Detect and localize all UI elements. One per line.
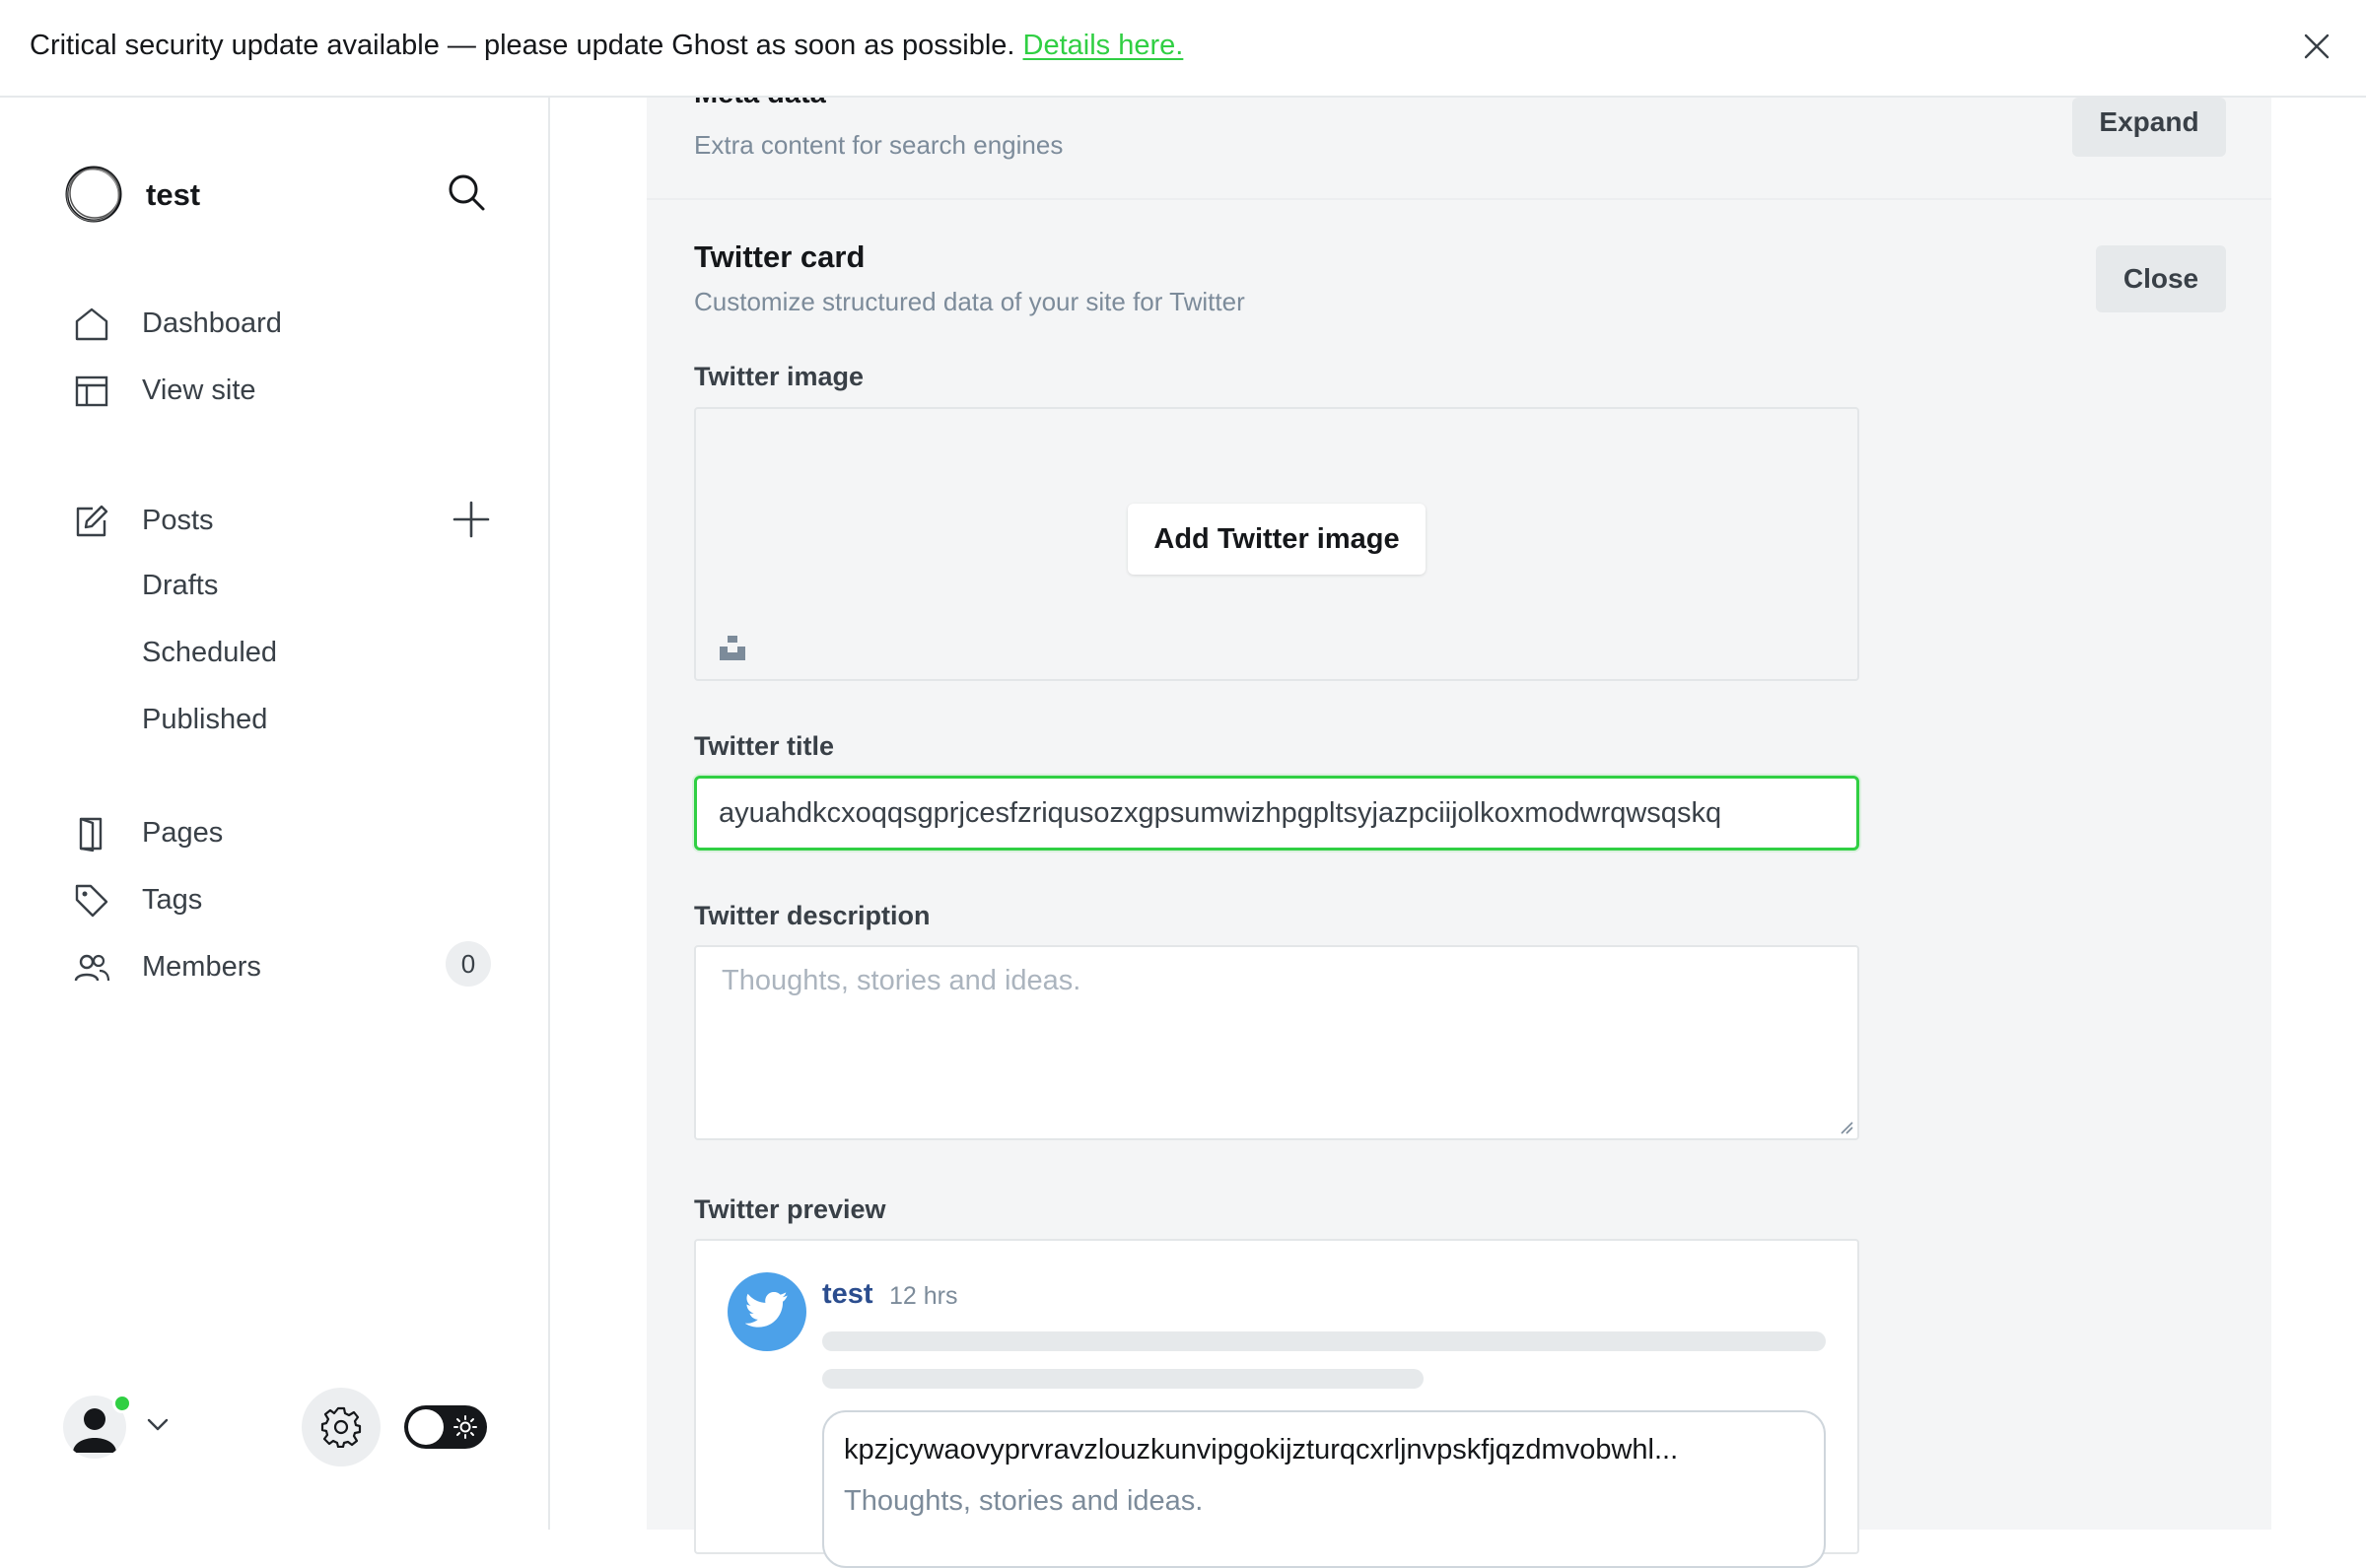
meta-data-description: Extra content for search engines <box>694 130 1064 160</box>
gear-icon <box>320 1406 362 1448</box>
twitter-card-subtitle: Customize structured data of your site f… <box>694 287 1245 316</box>
preview-card-title: kpzjcywaovyprvravzlouzkunvipgokijzturqcx… <box>844 1434 1679 1466</box>
home-icon <box>75 307 108 341</box>
layout-icon <box>75 375 108 407</box>
meta-data-title: Meta data <box>694 98 826 110</box>
skeleton-line <box>822 1369 1424 1389</box>
site-logo-icon[interactable] <box>63 164 124 225</box>
close-button[interactable]: Close <box>2096 245 2226 312</box>
sidebar-item-scheduled[interactable]: Scheduled <box>142 630 438 675</box>
sidebar-item-label: View site <box>142 375 256 406</box>
banner-details-link[interactable]: Details here. <box>1023 30 1184 61</box>
twitter-image-uploader[interactable]: Add Twitter image <box>694 407 1859 681</box>
sidebar-item-published[interactable]: Published <box>142 697 438 742</box>
online-status-dot <box>112 1394 132 1413</box>
unsplash-icon[interactable] <box>718 634 747 661</box>
sidebar-item-pages[interactable]: Pages <box>73 807 497 856</box>
close-icon[interactable] <box>2302 32 2331 61</box>
twitter-description-label: Twitter description <box>694 901 931 930</box>
twitter-description-textarea[interactable]: Thoughts, stories and ideas. <box>694 945 1859 1140</box>
sun-icon <box>453 1415 477 1439</box>
add-post-icon[interactable] <box>452 500 491 539</box>
banner-text: Critical security update available — ple… <box>30 30 1183 62</box>
preview-card-description: Thoughts, stories and ideas. <box>844 1485 1204 1517</box>
sidebar-item-label: Posts <box>142 505 214 536</box>
edit-icon <box>76 505 108 537</box>
twitter-preview-card: kpzjcywaovyprvravzlouzkunvipgokijzturqcx… <box>822 1410 1826 1568</box>
sidebar-item-dashboard[interactable]: Dashboard <box>73 298 497 347</box>
search-icon[interactable] <box>446 171 487 213</box>
twitter-preview-label: Twitter preview <box>694 1194 886 1224</box>
textarea-placeholder: Thoughts, stories and ideas. <box>722 965 1081 996</box>
twitter-image-label: Twitter image <box>694 362 865 391</box>
site-name[interactable]: test <box>146 177 200 213</box>
twitter-title-input[interactable]: ayuahdkcxoqqsgprjcesfzriqusozxgpsumwizhp… <box>694 776 1859 851</box>
twitter-card-title: Twitter card <box>694 239 866 274</box>
main-content: Meta data Extra content for search engin… <box>552 98 2366 1568</box>
dark-mode-toggle[interactable] <box>404 1405 487 1449</box>
members-icon <box>74 954 110 982</box>
sidebar-item-drafts[interactable]: Drafts <box>142 563 438 608</box>
security-banner: Critical security update available — ple… <box>0 0 2366 98</box>
sidebar-item-view-site[interactable]: View site <box>73 365 497 414</box>
expand-button[interactable]: Expand <box>2072 98 2226 157</box>
sidebar-item-label: Members <box>142 951 261 983</box>
sidebar-item-members[interactable]: Members <box>73 941 497 990</box>
members-count-badge: 0 <box>446 941 491 987</box>
sidebar-item-posts[interactable]: Posts <box>73 495 497 544</box>
twitter-avatar <box>728 1272 806 1351</box>
sidebar-item-label: Dashboard <box>142 307 282 339</box>
twitter-title-label: Twitter title <box>694 731 835 761</box>
add-twitter-image-button[interactable]: Add Twitter image <box>1128 504 1426 575</box>
sidebar-item-tags[interactable]: Tags <box>73 874 497 923</box>
resize-handle-icon[interactable] <box>1840 1121 1853 1134</box>
toggle-knob <box>408 1409 444 1445</box>
chevron-down-icon[interactable] <box>144 1415 172 1435</box>
sidebar-item-label: Tags <box>142 884 203 916</box>
twitter-preview-name: test <box>822 1278 873 1310</box>
twitter-bird-icon <box>745 1292 788 1328</box>
twitter-preview: test 12 hrs kpzjcywaovyprvravzlouzkunvip… <box>694 1239 1859 1568</box>
page-icon <box>79 817 103 852</box>
sidebar-item-label: Pages <box>142 817 224 849</box>
skeleton-line <box>822 1331 1826 1351</box>
meta-data-section: Meta data Extra content for search engin… <box>647 98 2271 200</box>
banner-message: Critical security update available — ple… <box>30 30 1015 61</box>
tag-icon <box>75 884 108 918</box>
settings-panel: Meta data Extra content for search engin… <box>647 98 2271 1568</box>
twitter-preview-time: 12 hrs <box>889 1282 958 1310</box>
settings-button[interactable] <box>302 1388 381 1466</box>
